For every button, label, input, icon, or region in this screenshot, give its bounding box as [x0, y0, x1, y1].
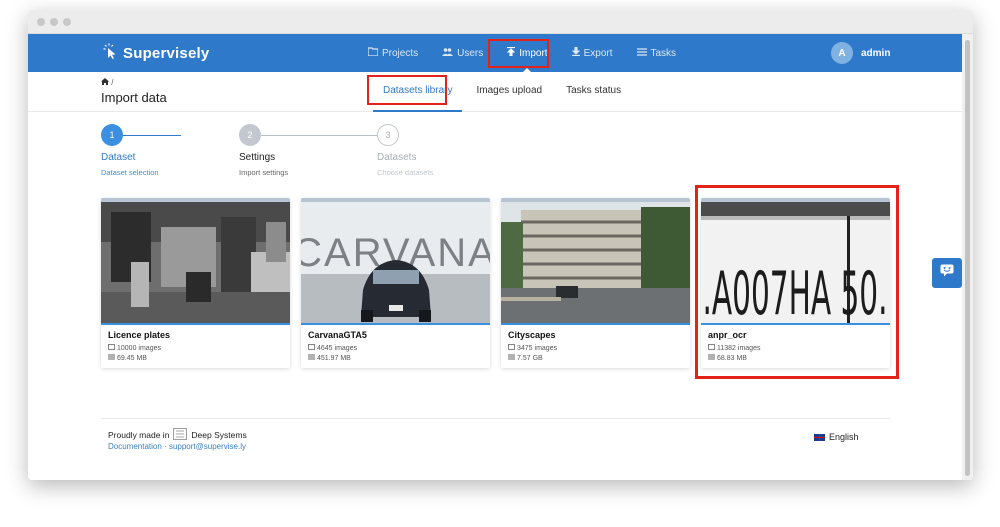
footer-company[interactable]: Deep Systems — [191, 430, 246, 440]
nav-users-label: Users — [457, 47, 484, 59]
dataset-size: 69.45 MB — [108, 354, 147, 362]
dataset-size: 7.57 GB — [508, 354, 543, 362]
uk-flag-icon — [814, 433, 825, 441]
dataset-card-cityscapes[interactable]: Cityscapes 3475 images 7.57 GB — [501, 198, 690, 368]
dataset-name: CarvanaGTA5 — [308, 330, 367, 340]
home-icon[interactable] — [101, 78, 109, 87]
nav-users[interactable]: Users — [430, 34, 495, 72]
logo[interactable]: Supervisely — [102, 43, 209, 64]
storage-icon — [308, 354, 315, 362]
window-minimize-dot[interactable] — [50, 18, 58, 26]
dataset-images-text: 3475 images — [517, 344, 558, 352]
dataset-size: 451.97 MB — [308, 354, 351, 362]
nav-tasks-label: Tasks — [650, 47, 677, 59]
nav-tasks[interactable]: Tasks — [625, 34, 689, 72]
thumbnail-accent-bar — [101, 323, 290, 325]
deep-systems-logo-icon — [173, 428, 188, 442]
nav-export-label: Export — [583, 47, 613, 59]
step-dataset: 1 Dataset Dataset selection — [101, 124, 159, 177]
dataset-images-text: 4645 images — [317, 344, 358, 352]
download-icon — [571, 46, 580, 59]
scrollbar-thumb[interactable] — [965, 40, 970, 476]
footer-made-in-text: Proudly made in — [108, 430, 170, 440]
step-settings: 2 Settings Import settings — [239, 124, 288, 177]
breadcrumb: / — [101, 78, 113, 87]
step-subtitle: Choose datasets — [377, 168, 434, 177]
step-number: 2 — [239, 124, 261, 146]
nav-projects-label: Projects — [382, 47, 419, 59]
dataset-size-text: 69.45 MB — [117, 354, 147, 362]
anpr-ocr-highlight-box — [695, 185, 899, 379]
thumbnail-accent-bar — [501, 323, 690, 325]
step-title: Settings — [239, 152, 276, 163]
step-subtitle: Import settings — [239, 168, 289, 177]
language-label: English — [829, 432, 859, 442]
dataset-thumbnail — [101, 202, 290, 325]
dataset-card-carvanagta5[interactable]: CARVANA CarvanaGTA5 4645 images 451.97 M… — [301, 198, 490, 368]
storage-icon — [508, 354, 515, 362]
tab-images-upload[interactable]: Images upload — [466, 72, 552, 112]
dataset-thumbnail: CARVANA — [301, 202, 490, 325]
import-highlight-box — [488, 39, 549, 68]
avatar: A — [831, 42, 853, 64]
browser-window: Supervisely Projects Users Import Export — [28, 10, 973, 480]
nav-export[interactable]: Export — [560, 34, 625, 72]
dataset-card-licence-plates[interactable]: Licence plates 10000 images 69.45 MB — [101, 198, 290, 368]
page-title: Import data — [101, 90, 167, 105]
window-titlebar — [28, 10, 973, 34]
storage-icon — [108, 354, 115, 362]
support-email-link[interactable]: support@supervise.ly — [169, 442, 246, 451]
dataset-images-count: 3475 images — [508, 344, 557, 352]
step-title: Dataset — [101, 152, 136, 163]
page-header: / Import data Datasets library Images up… — [28, 72, 962, 112]
users-icon — [442, 47, 454, 59]
dataset-images-count: 4645 images — [308, 344, 357, 352]
footer-links: Documentation · support@supervise.ly — [108, 442, 246, 451]
vertical-scrollbar[interactable] — [962, 34, 973, 480]
window-close-dot[interactable] — [37, 18, 45, 26]
user-menu[interactable]: A admin — [831, 42, 890, 64]
dataset-name: Cityscapes — [508, 330, 556, 340]
datasets-library-highlight-box — [367, 75, 447, 105]
cursor-click-icon — [102, 43, 118, 64]
brand-name: Supervisely — [123, 45, 210, 62]
thumbnail-accent-bar — [301, 323, 490, 325]
chat-support-button[interactable] — [932, 258, 962, 288]
step-datasets: 3 Datasets Choose datasets — [377, 124, 433, 177]
top-navbar: Supervisely Projects Users Import Export — [28, 34, 962, 72]
image-icon — [308, 344, 315, 352]
stepper: 1 Dataset Dataset selection 2 Settings I… — [101, 124, 551, 184]
step-subtitle: Dataset selection — [101, 168, 159, 177]
window-maximize-dot[interactable] — [63, 18, 71, 26]
dataset-name: Licence plates — [108, 330, 171, 340]
language-selector[interactable]: English — [814, 432, 859, 442]
breadcrumb-separator: / — [111, 78, 114, 87]
dataset-size-text: 451.97 MB — [317, 354, 351, 362]
user-name: admin — [861, 47, 891, 59]
footer-divider — [101, 418, 890, 419]
step-title: Datasets — [377, 152, 417, 163]
nav-projects[interactable]: Projects — [356, 34, 430, 72]
image-icon — [108, 344, 115, 352]
footer-made-in: Proudly made in Deep Systems — [108, 428, 247, 442]
dataset-images-count: 10000 images — [108, 344, 161, 352]
tab-tasks-status[interactable]: Tasks status — [556, 72, 631, 112]
dataset-images-text: 10000 images — [117, 344, 161, 352]
list-icon — [636, 47, 647, 59]
step-number: 1 — [101, 124, 123, 146]
dataset-thumbnail — [501, 202, 690, 325]
documentation-link[interactable]: Documentation — [108, 442, 162, 451]
image-icon — [508, 344, 515, 352]
footer-separator: · — [164, 442, 167, 451]
dataset-size-text: 7.57 GB — [517, 354, 543, 362]
folder-icon — [367, 47, 379, 59]
chat-icon — [940, 264, 954, 282]
step-number: 3 — [377, 124, 399, 146]
